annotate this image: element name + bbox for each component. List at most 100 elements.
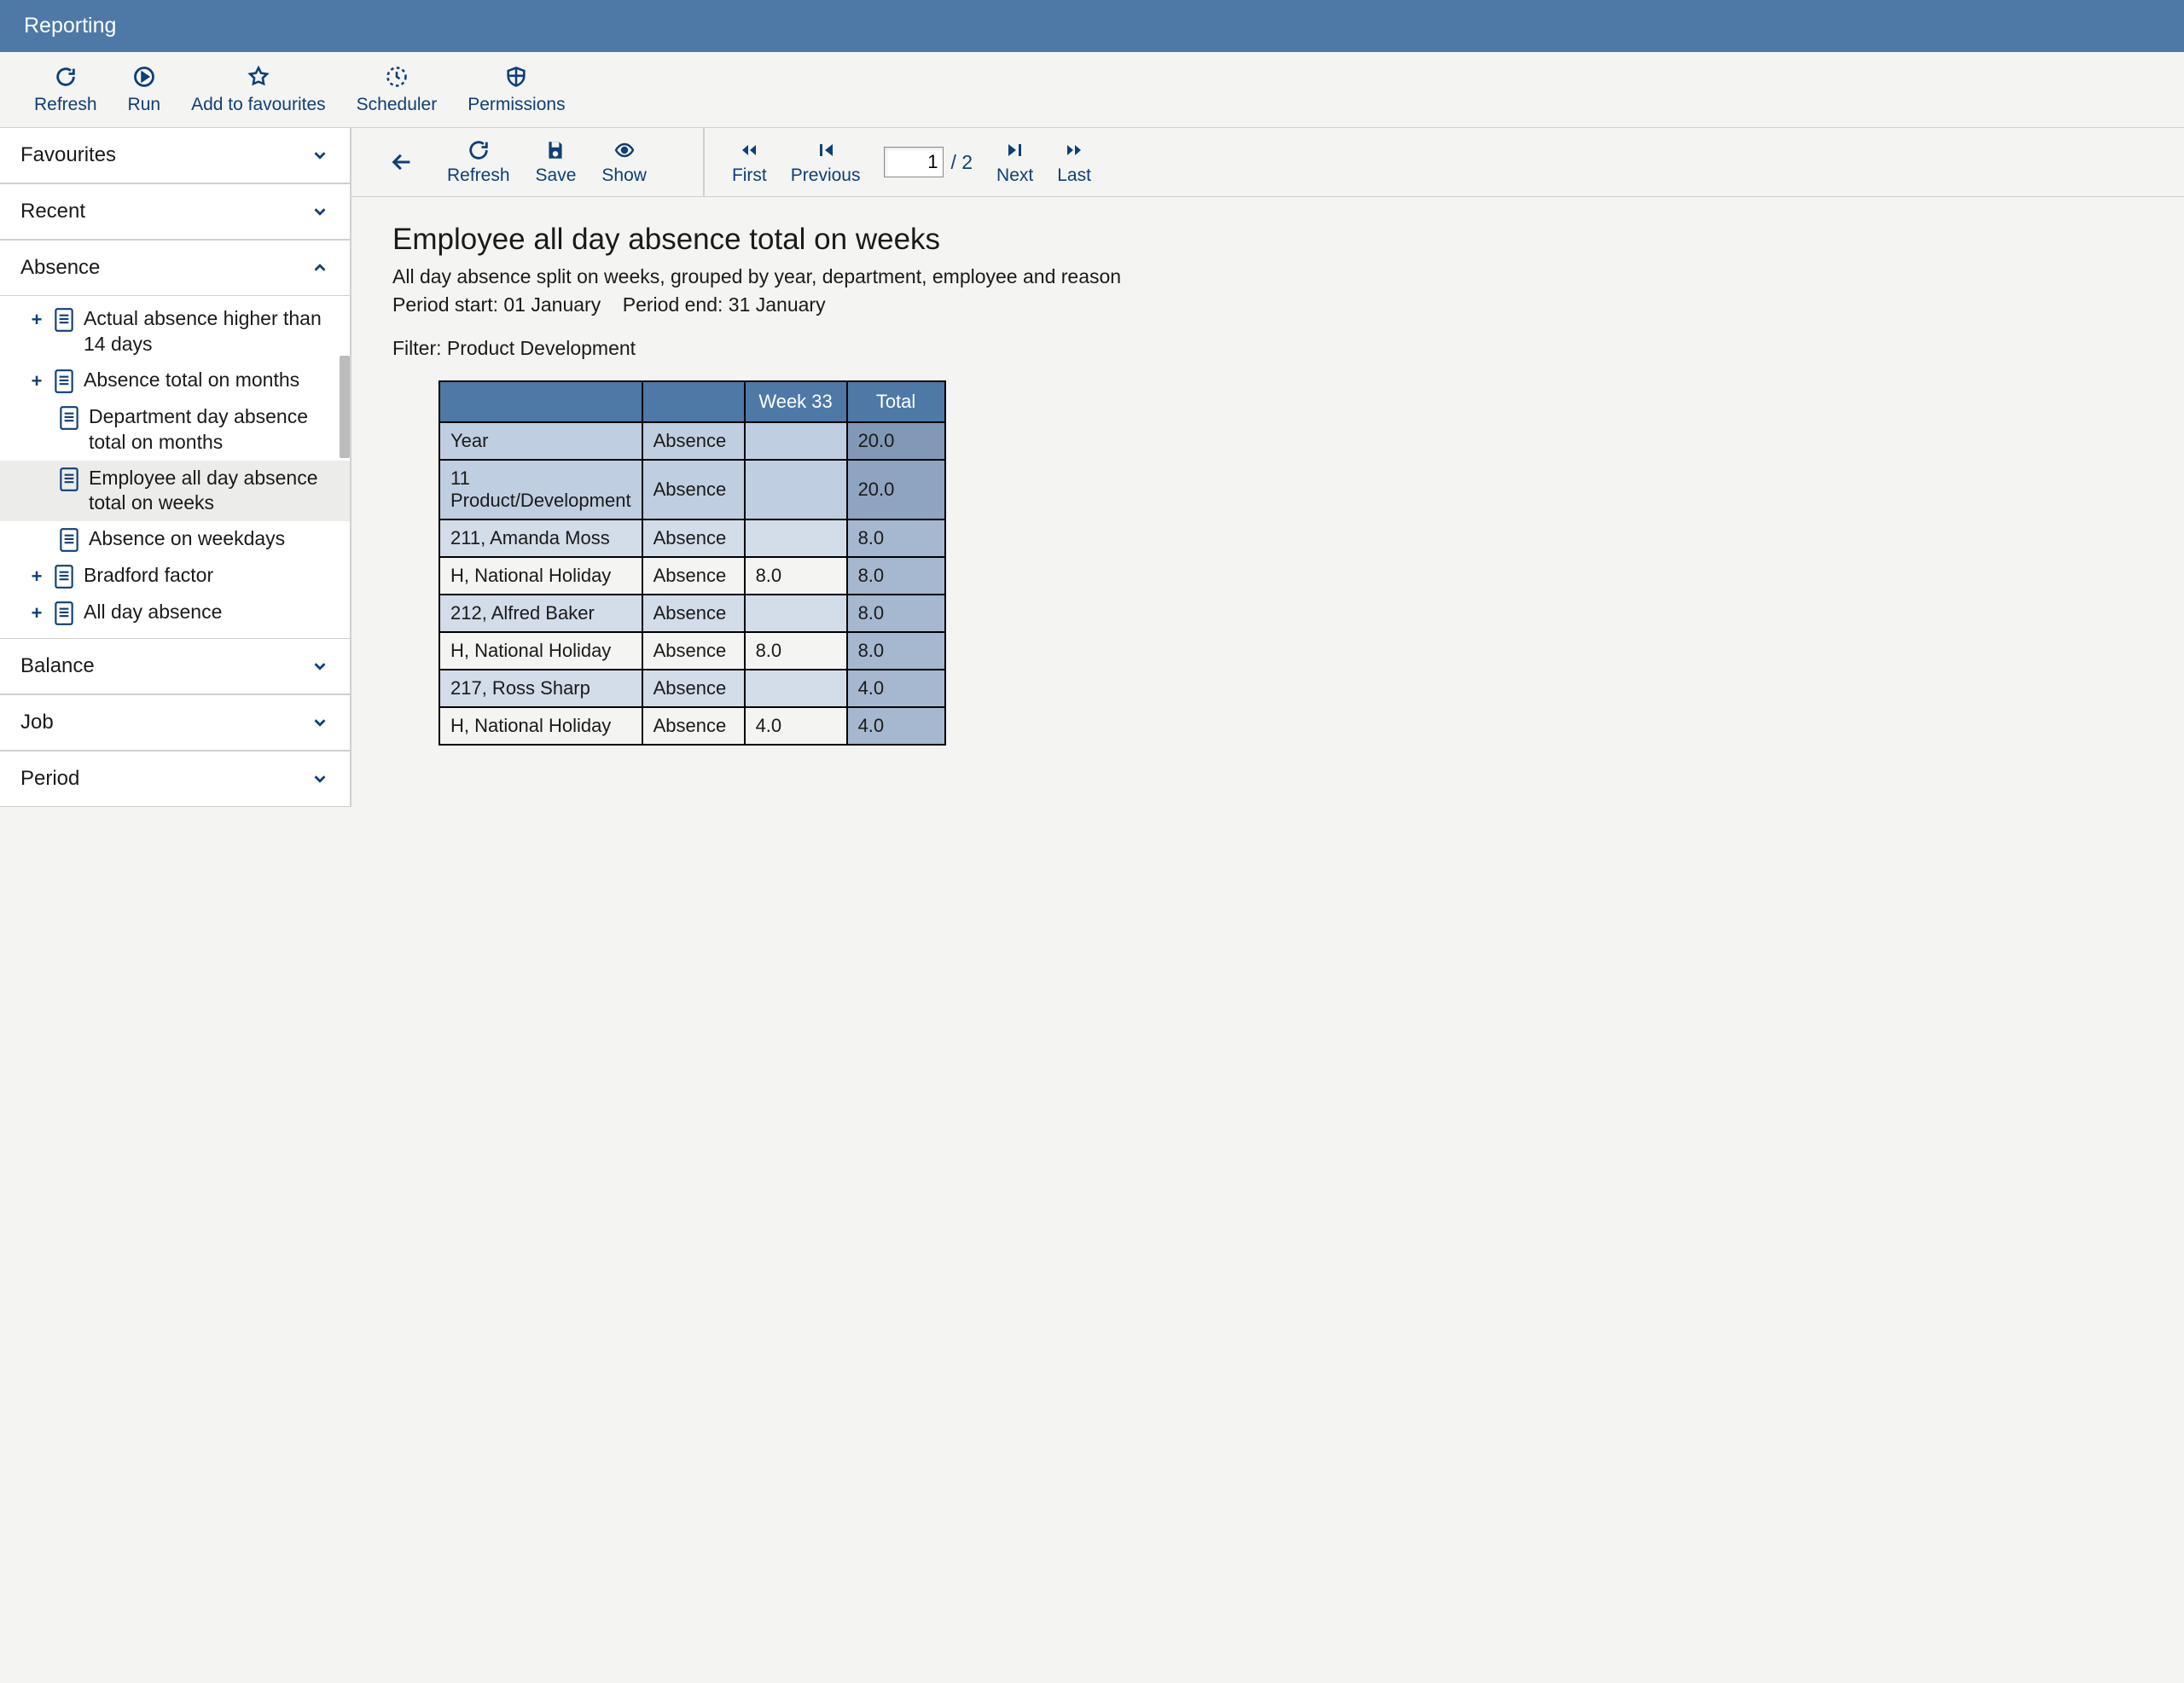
table-row: 217, Ross Sharp Absence 4.0 bbox=[439, 670, 945, 707]
expand-icon[interactable]: + bbox=[29, 601, 44, 626]
report-table: Week 33 Total Year Absence 20.0 11 Produ… bbox=[439, 380, 946, 746]
report-description: All day absence split on weeks, grouped … bbox=[392, 264, 2143, 290]
report-title: Employee all day absence total on weeks bbox=[392, 223, 2143, 257]
show-label: Show bbox=[601, 165, 647, 186]
expand-icon[interactable]: + bbox=[29, 369, 44, 394]
first-page-button[interactable]: First bbox=[732, 138, 767, 186]
expand-icon[interactable]: + bbox=[29, 308, 44, 333]
next-icon bbox=[1002, 138, 1028, 162]
cell-total: 20.0 bbox=[847, 422, 945, 460]
table-row: 212, Alfred Baker Absence 8.0 bbox=[439, 595, 945, 632]
tree-item-label: Absence total on months bbox=[84, 368, 341, 393]
save-button[interactable]: Save bbox=[536, 138, 577, 186]
content-area: Refresh Save Show bbox=[351, 128, 2184, 807]
sidebar: Favourites Recent Absence + bbox=[0, 128, 351, 807]
section-recent-label: Recent bbox=[20, 200, 85, 223]
report-refresh-button[interactable]: Refresh bbox=[447, 138, 510, 186]
section-job-label: Job bbox=[20, 711, 54, 734]
section-period[interactable]: Period bbox=[0, 751, 350, 807]
period-start-label: Period start: bbox=[392, 293, 498, 316]
scrollbar-thumb[interactable] bbox=[340, 356, 350, 458]
back-button[interactable] bbox=[382, 142, 421, 183]
expand-icon[interactable]: + bbox=[29, 565, 44, 589]
previous-page-button[interactable]: Previous bbox=[791, 138, 861, 186]
tree-item-actual-absence[interactable]: + Actual absence higher than 14 days bbox=[0, 301, 350, 363]
add-favourite-button[interactable]: Add to favourites bbox=[191, 64, 326, 115]
section-absence-label: Absence bbox=[20, 256, 100, 280]
page-indicator: / 2 bbox=[884, 147, 973, 177]
app-titlebar: Reporting bbox=[0, 0, 2184, 52]
table-row: H, National Holiday Absence 4.0 4.0 bbox=[439, 707, 945, 745]
cell-week bbox=[745, 595, 847, 632]
cell-week: 4.0 bbox=[745, 707, 847, 745]
cell-type: Absence bbox=[642, 460, 745, 519]
refresh-icon bbox=[466, 138, 491, 162]
page-title: Reporting bbox=[24, 14, 116, 38]
scheduler-button[interactable]: Scheduler bbox=[357, 64, 438, 115]
cell-total: 20.0 bbox=[847, 460, 945, 519]
report-toolbar-pagination: First Previous / 2 Next bbox=[703, 128, 1113, 196]
cell-week bbox=[745, 519, 847, 557]
refresh-button[interactable]: Refresh bbox=[34, 64, 97, 115]
scheduler-icon bbox=[384, 64, 410, 90]
period-end-value: 31 January bbox=[729, 293, 826, 316]
section-job[interactable]: Job bbox=[0, 694, 350, 751]
cell-type: Absence bbox=[642, 670, 745, 707]
document-icon bbox=[58, 467, 80, 492]
section-favourites[interactable]: Favourites bbox=[0, 128, 350, 183]
refresh-icon bbox=[53, 64, 78, 90]
section-balance-label: Balance bbox=[20, 654, 95, 678]
tree-item-employee-absence-weeks[interactable]: Employee all day absence total on weeks bbox=[0, 461, 350, 522]
next-page-button[interactable]: Next bbox=[996, 138, 1033, 186]
document-icon bbox=[53, 601, 75, 626]
tree-item-label: Department day absence total on months bbox=[89, 404, 341, 456]
run-button[interactable]: Run bbox=[128, 64, 161, 115]
tree-item-label: Absence on weekdays bbox=[89, 526, 341, 552]
cell-type: Absence bbox=[642, 595, 745, 632]
section-recent[interactable]: Recent bbox=[0, 183, 350, 240]
report-filter: Filter: Product Development bbox=[392, 337, 2143, 360]
tree-item-label: All day absence bbox=[84, 600, 341, 625]
absence-tree: + Actual absence higher than 14 days + A… bbox=[0, 296, 350, 638]
cell-total: 8.0 bbox=[847, 632, 945, 670]
page-number-input[interactable] bbox=[884, 147, 944, 177]
table-row: H, National Holiday Absence 8.0 8.0 bbox=[439, 557, 945, 595]
cell-name: H, National Holiday bbox=[439, 707, 642, 745]
document-icon bbox=[58, 405, 80, 431]
section-balance[interactable]: Balance bbox=[0, 638, 350, 694]
chevron-down-icon bbox=[311, 657, 329, 676]
chevron-down-icon bbox=[311, 146, 329, 165]
tree-item-dept-absence[interactable]: Department day absence total on months bbox=[0, 399, 350, 461]
table-header-row: Week 33 Total bbox=[439, 381, 945, 422]
tree-item-label: Bradford factor bbox=[84, 563, 341, 589]
cell-name: 211, Amanda Moss bbox=[439, 519, 642, 557]
report-toolbar-left: Refresh Save Show bbox=[351, 128, 669, 196]
filter-value: Product Development bbox=[447, 337, 636, 359]
top-toolbar: Refresh Run Add to favourites Scheduler … bbox=[0, 52, 2184, 128]
header-week: Week 33 bbox=[745, 381, 847, 422]
table-row: H, National Holiday Absence 8.0 8.0 bbox=[439, 632, 945, 670]
permissions-button[interactable]: Permissions bbox=[468, 64, 565, 115]
header-blank2 bbox=[642, 381, 745, 422]
cell-name: H, National Holiday bbox=[439, 632, 642, 670]
cell-type: Absence bbox=[642, 707, 745, 745]
table-row: 211, Amanda Moss Absence 8.0 bbox=[439, 519, 945, 557]
cell-total: 4.0 bbox=[847, 670, 945, 707]
chevron-down-icon bbox=[311, 769, 329, 788]
tree-item-all-day-absence[interactable]: + All day absence bbox=[0, 595, 350, 631]
tree-item-absence-weekdays[interactable]: Absence on weekdays bbox=[0, 521, 350, 558]
cell-name: 11 Product/Development bbox=[439, 460, 642, 519]
next-label: Next bbox=[996, 165, 1033, 186]
cell-total: 4.0 bbox=[847, 707, 945, 745]
tree-item-bradford[interactable]: + Bradford factor bbox=[0, 558, 350, 595]
page-total-label: / 2 bbox=[950, 151, 973, 174]
section-period-label: Period bbox=[20, 767, 79, 791]
cell-type: Absence bbox=[642, 422, 745, 460]
section-absence[interactable]: Absence bbox=[0, 240, 350, 296]
last-page-button[interactable]: Last bbox=[1057, 138, 1091, 186]
show-button[interactable]: Show bbox=[601, 138, 647, 186]
cell-total: 8.0 bbox=[847, 557, 945, 595]
document-icon bbox=[53, 369, 75, 394]
cell-total: 8.0 bbox=[847, 519, 945, 557]
tree-item-absence-months[interactable]: + Absence total on months bbox=[0, 363, 350, 399]
